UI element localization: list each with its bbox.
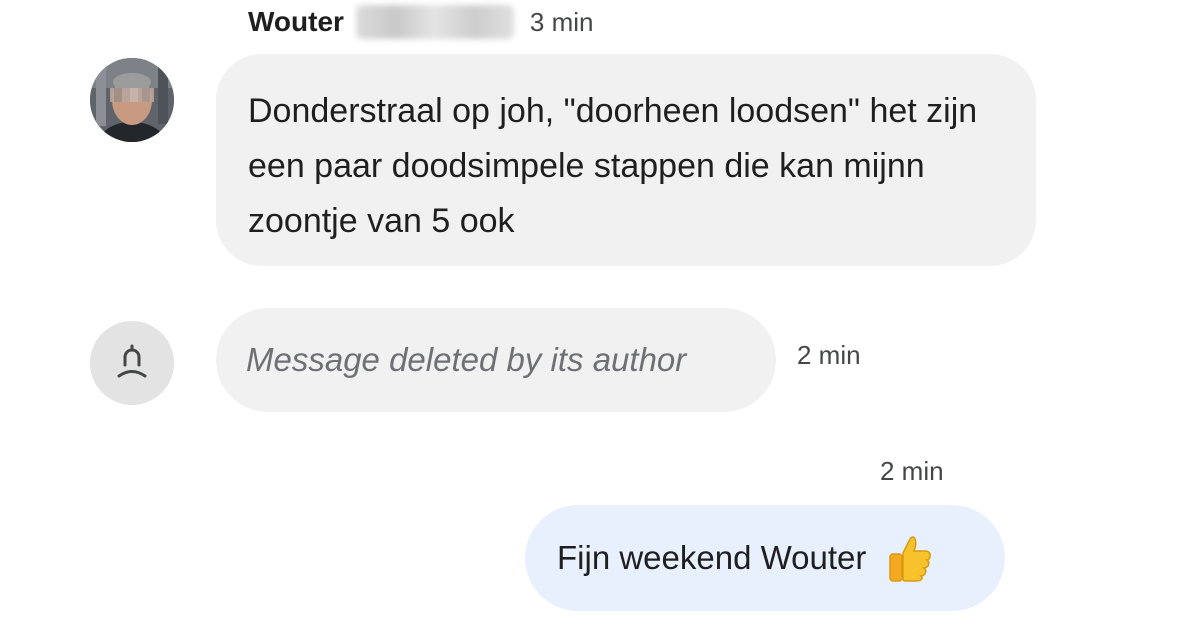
avatar-photo-icon [90,58,174,142]
sender-name: Wouter [248,6,344,37]
redacted-surname [355,5,514,39]
message-timestamp: 2 min [797,340,861,370]
incoming-message-bubble[interactable]: Donderstraal op joh, "doorheen loodsen" … [216,54,1036,266]
thumbs-up-icon [884,533,934,583]
deleted-message-bubble[interactable]: Message deleted by its author [216,308,776,412]
message-text: Fijn weekend Wouter [557,539,867,576]
outgoing-message-bubble[interactable]: Fijn weekend Wouter [525,505,1005,611]
message-timestamp: 2 min [880,456,944,486]
deleted-message-text: Message deleted by its author [246,341,687,378]
avatar[interactable] [90,58,174,142]
message-text: Donderstraal op joh, "doorheen loodsen" … [248,92,978,240]
sender-header: Wouter 3 min [248,2,594,42]
avatar-placeholder[interactable] [90,321,174,405]
chat-thread: Wouter 3 min Donderstraal op joh, "doorh… [0,0,1200,630]
message-timestamp: 3 min [529,6,594,37]
person-outline-icon [117,344,147,378]
